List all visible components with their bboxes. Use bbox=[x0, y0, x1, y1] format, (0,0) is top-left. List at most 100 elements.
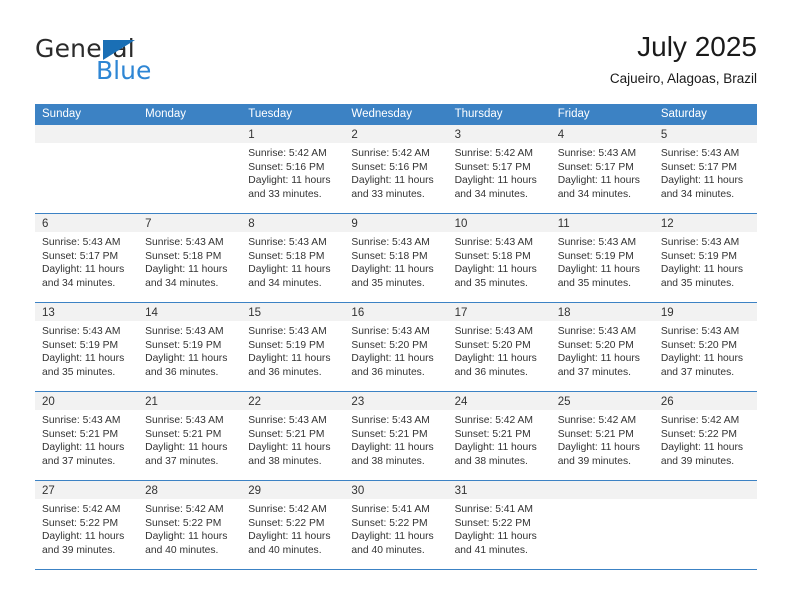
day-cell[interactable]: 13 Sunrise: 5:43 AM Sunset: 5:19 PM Dayligh… bbox=[35, 303, 139, 391]
day-cell[interactable]: 23 Sunrise: 5:43 AM Sunset: 5:21 PM Dayligh… bbox=[344, 392, 448, 480]
day-number: 9 bbox=[351, 218, 358, 230]
sunset-text: Sunset: 5:18 PM bbox=[145, 250, 222, 262]
day-details: Sunrise: 5:43 AM Sunset: 5:18 PM Daylight:… bbox=[448, 232, 551, 290]
day-number-strip: 7 bbox=[138, 214, 242, 232]
day-details: Sunrise: 5:43 AM Sunset: 5:17 PM Daylight:… bbox=[654, 143, 757, 201]
day-cell[interactable]: 30 Sunrise: 5:41 AM Sunset: 5:22 PM Dayligh… bbox=[344, 481, 448, 569]
day-cell[interactable]: 14 Sunrise: 5:43 AM Sunset: 5:19 PM Dayligh… bbox=[138, 303, 242, 391]
day-cell[interactable]: 9 Sunrise: 5:43 AM Sunset: 5:18 PM Daylight… bbox=[344, 214, 448, 302]
day-cell[interactable]: 22 Sunrise: 5:43 AM Sunset: 5:21 PM Dayligh… bbox=[241, 392, 345, 480]
day-cell[interactable]: 26 Sunrise: 5:42 AM Sunset: 5:22 PM Dayligh… bbox=[653, 392, 757, 480]
weekday-header-sunday: Sunday bbox=[42, 108, 82, 120]
weekday-header-thursday: Thursday bbox=[454, 108, 503, 120]
day-number-strip bbox=[550, 481, 654, 499]
daylight-text-line1: Daylight: 11 hours bbox=[351, 531, 434, 543]
day-cell[interactable]: 1 Sunrise: 5:42 AM Sunset: 5:16 PM Daylight… bbox=[241, 125, 345, 213]
day-cell[interactable]: 6 Sunrise: 5:43 AM Sunset: 5:17 PM Daylight… bbox=[35, 214, 139, 302]
daylight-text-line1: Daylight: 11 hours bbox=[660, 353, 744, 365]
day-number-strip: 24 bbox=[447, 392, 551, 410]
daylight-text-line2: and 34 minutes. bbox=[660, 188, 735, 200]
sunset-text: Sunset: 5:20 PM bbox=[454, 339, 531, 351]
day-number: 4 bbox=[557, 129, 565, 141]
sunset-text: Sunset: 5:21 PM bbox=[351, 428, 428, 440]
day-cell[interactable]: 7 Sunrise: 5:43 AM Sunset: 5:18 PM Daylight… bbox=[138, 214, 242, 302]
daylight-text-line2: and 36 minutes. bbox=[145, 366, 219, 378]
day-cell[interactable]: 8 Sunrise: 5:43 AM Sunset: 5:18 PM Daylight… bbox=[241, 214, 345, 302]
daylight-text-line2: and 34 minutes. bbox=[42, 277, 116, 289]
day-cell[interactable]: 19 Sunrise: 5:43 AM Sunset: 5:20 PM Dayligh… bbox=[653, 303, 757, 391]
sunset-text: Sunset: 5:16 PM bbox=[248, 161, 325, 173]
sunrise-text: Sunrise: 5:43 AM bbox=[557, 237, 637, 248]
calendar-body: 1 Sunrise: 5:42 AM Sunset: 5:16 PM Daylight… bbox=[35, 125, 757, 570]
day-details: Sunrise: 5:43 AM Sunset: 5:17 PM Daylight:… bbox=[551, 143, 654, 201]
daylight-text-line2: and 35 minutes. bbox=[454, 277, 528, 289]
day-cell[interactable]: 25 Sunrise: 5:42 AM Sunset: 5:21 PM Dayligh… bbox=[550, 392, 654, 480]
day-number: 18 bbox=[557, 307, 571, 319]
sunrise-text: Sunrise: 5:43 AM bbox=[248, 326, 327, 337]
day-number: 25 bbox=[557, 396, 571, 408]
sunset-text: Sunset: 5:17 PM bbox=[660, 161, 737, 173]
day-number: 11 bbox=[557, 218, 570, 230]
day-number: 10 bbox=[454, 218, 468, 230]
day-cell[interactable]: 11 Sunrise: 5:43 AM Sunset: 5:19 PM Dayligh… bbox=[550, 214, 654, 302]
day-cell[interactable]: 4 Sunrise: 5:43 AM Sunset: 5:17 PM Daylight… bbox=[550, 125, 654, 213]
day-number: 5 bbox=[660, 129, 668, 141]
sunset-text: Sunset: 5:22 PM bbox=[660, 428, 737, 440]
day-cell[interactable]: 12 Sunrise: 5:43 AM Sunset: 5:19 PM Dayligh… bbox=[653, 214, 757, 302]
day-cell-empty bbox=[653, 481, 757, 569]
day-cell[interactable]: 21 Sunrise: 5:43 AM Sunset: 5:21 PM Dayligh… bbox=[138, 392, 242, 480]
daylight-text-line1: Daylight: 11 hours bbox=[248, 531, 331, 543]
day-cell[interactable]: 27 Sunrise: 5:42 AM Sunset: 5:22 PM Dayligh… bbox=[35, 481, 139, 569]
day-cell[interactable]: 18 Sunrise: 5:43 AM Sunset: 5:20 PM Dayligh… bbox=[550, 303, 654, 391]
day-cell[interactable]: 28 Sunrise: 5:42 AM Sunset: 5:22 PM Dayligh… bbox=[138, 481, 242, 569]
day-cell[interactable]: 10 Sunrise: 5:43 AM Sunset: 5:18 PM Dayligh… bbox=[447, 214, 551, 302]
weekday-header-monday: Monday bbox=[145, 108, 187, 120]
sunset-text: Sunset: 5:18 PM bbox=[454, 250, 531, 262]
sunrise-text: Sunrise: 5:42 AM bbox=[660, 415, 740, 426]
sunset-text: Sunset: 5:22 PM bbox=[248, 517, 325, 529]
day-details: Sunrise: 5:42 AM Sunset: 5:22 PM Daylight:… bbox=[138, 499, 241, 557]
day-cell-empty bbox=[35, 125, 139, 213]
general-blue-logo[interactable]: General Blue bbox=[35, 34, 295, 90]
day-number: 19 bbox=[660, 307, 674, 319]
week-row: 27 Sunrise: 5:42 AM Sunset: 5:22 PM Dayligh… bbox=[35, 481, 757, 570]
day-details: Sunrise: 5:42 AM Sunset: 5:22 PM Daylight:… bbox=[241, 499, 344, 557]
daylight-text-line1: Daylight: 11 hours bbox=[454, 531, 537, 543]
sunset-text: Sunset: 5:17 PM bbox=[557, 161, 634, 173]
day-cell[interactable]: 16 Sunrise: 5:43 AM Sunset: 5:20 PM Dayligh… bbox=[344, 303, 448, 391]
daylight-text-line2: and 39 minutes. bbox=[42, 544, 116, 556]
day-number-strip: 19 bbox=[653, 303, 757, 321]
sunrise-text: Sunrise: 5:43 AM bbox=[248, 237, 327, 248]
day-details: Sunrise: 5:43 AM Sunset: 5:19 PM Daylight:… bbox=[551, 232, 654, 290]
day-cell[interactable]: 20 Sunrise: 5:43 AM Sunset: 5:21 PM Dayligh… bbox=[35, 392, 139, 480]
day-cell[interactable]: 24 Sunrise: 5:42 AM Sunset: 5:21 PM Dayligh… bbox=[447, 392, 551, 480]
day-cell[interactable]: 3 Sunrise: 5:42 AM Sunset: 5:17 PM Daylight… bbox=[447, 125, 551, 213]
day-number-strip: 14 bbox=[138, 303, 242, 321]
daylight-text-line2: and 40 minutes. bbox=[145, 544, 219, 556]
page-header: General Blue July 2025 Cajueiro, Alagoas… bbox=[35, 30, 757, 92]
day-details: Sunrise: 5:43 AM Sunset: 5:18 PM Daylight:… bbox=[241, 232, 344, 290]
title-block: July 2025 Cajueiro, Alagoas, Brazil bbox=[610, 30, 757, 89]
calendar-page: General Blue July 2025 Cajueiro, Alagoas… bbox=[0, 0, 792, 612]
day-cell[interactable]: 17 Sunrise: 5:43 AM Sunset: 5:20 PM Dayligh… bbox=[447, 303, 551, 391]
day-cell[interactable]: 15 Sunrise: 5:43 AM Sunset: 5:19 PM Dayligh… bbox=[241, 303, 345, 391]
sunset-text: Sunset: 5:21 PM bbox=[42, 428, 119, 440]
day-number-strip: 27 bbox=[35, 481, 139, 499]
day-cell[interactable]: 2 Sunrise: 5:42 AM Sunset: 5:16 PM Daylight… bbox=[344, 125, 448, 213]
day-number-strip: 22 bbox=[241, 392, 345, 410]
day-number-strip: 23 bbox=[344, 392, 448, 410]
daylight-text-line1: Daylight: 11 hours bbox=[454, 175, 537, 187]
daylight-text-line2: and 35 minutes. bbox=[42, 366, 116, 378]
day-cell[interactable]: 31 Sunrise: 5:41 AM Sunset: 5:22 PM Dayligh… bbox=[447, 481, 551, 569]
day-cell[interactable]: 5 Sunrise: 5:43 AM Sunset: 5:17 PM Daylight… bbox=[653, 125, 757, 213]
week-row: 1 Sunrise: 5:42 AM Sunset: 5:16 PM Daylight… bbox=[35, 125, 757, 214]
day-details: Sunrise: 5:43 AM Sunset: 5:20 PM Daylight:… bbox=[344, 321, 447, 379]
daylight-text-line1: Daylight: 11 hours bbox=[248, 353, 331, 365]
sunset-text: Sunset: 5:22 PM bbox=[351, 517, 428, 529]
day-number: 3 bbox=[454, 129, 461, 141]
calendar-grid: Sunday Monday Tuesday Wednesday Thursday Frid… bbox=[35, 104, 757, 570]
day-number-strip: 6 bbox=[35, 214, 139, 232]
day-details: Sunrise: 5:42 AM Sunset: 5:16 PM Daylight:… bbox=[241, 143, 344, 201]
day-number-strip: 28 bbox=[138, 481, 242, 499]
day-cell[interactable]: 29 Sunrise: 5:42 AM Sunset: 5:22 PM Dayligh… bbox=[241, 481, 345, 569]
